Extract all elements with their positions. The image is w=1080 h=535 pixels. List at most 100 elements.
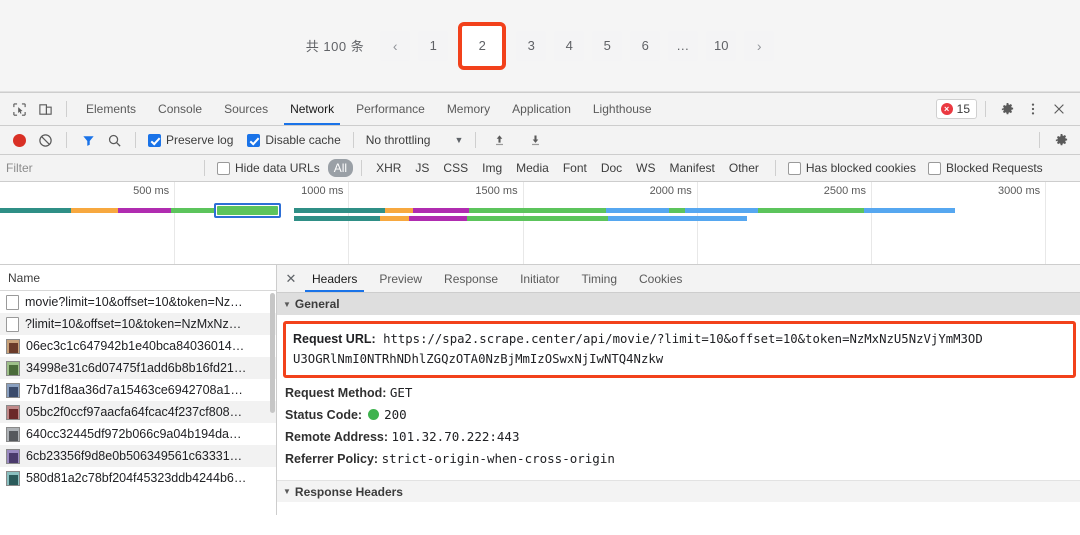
timeline-gridline <box>870 182 872 264</box>
request-row[interactable]: ?limit=10&offset=10&token=NzMxNz… <box>0 313 276 335</box>
preserve-log-checkbox-box[interactable] <box>148 133 161 147</box>
pagination-page-4[interactable]: 4 <box>554 30 585 61</box>
filter-type-other[interactable]: Other <box>723 159 765 177</box>
request-row[interactable]: 7b7d1f8aa36d7a15463ce6942708a1… <box>0 379 276 401</box>
request-row[interactable]: 6cb23356f9d8e0b506349561c63331… <box>0 445 276 467</box>
image-thumbnail-icon <box>6 404 20 420</box>
blocked-requests-checkbox[interactable]: Blocked Requests <box>927 161 1043 175</box>
disable-cache-checkbox-box[interactable] <box>247 133 261 147</box>
tab-preview[interactable]: Preview <box>368 265 433 292</box>
network-settings-gear-icon[interactable] <box>1048 127 1074 153</box>
tab-sources[interactable]: Sources <box>213 93 279 125</box>
timeline-ruler: 500 ms 1000 ms 1500 ms 2000 ms 2500 ms 3000 m… <box>0 182 1080 264</box>
close-devtools-icon[interactable] <box>1046 96 1072 122</box>
throttling-dropdown[interactable]: No throttling ▼ <box>366 133 464 147</box>
request-row[interactable]: 640cc32445df972b066c9a04b194da… <box>0 423 276 445</box>
import-har-icon[interactable] <box>486 127 512 153</box>
triangle-down-icon: ▼ <box>283 299 291 309</box>
tab-cookies[interactable]: Cookies <box>628 265 693 292</box>
request-row[interactable]: 34998e31c6d07475f1add6b8b16fd21… <box>0 357 276 379</box>
tab-headers[interactable]: Headers <box>301 265 368 292</box>
network-toolbar-right <box>1031 127 1074 153</box>
clear-icon[interactable] <box>32 127 58 153</box>
request-name: 580d81a2c78bf204f45323ddb4244b6… <box>26 471 247 485</box>
filter-type-xhr[interactable]: XHR <box>370 159 407 177</box>
has-blocked-cookies-checkbox[interactable]: Has blocked cookies <box>787 161 916 175</box>
filter-type-js[interactable]: JS <box>409 159 435 177</box>
pagination-page-1[interactable]: 1 <box>418 30 449 61</box>
network-overview-timeline[interactable]: 500 ms 1000 ms 1500 ms 2000 ms 2500 ms 3000 m… <box>0 182 1080 265</box>
export-har-icon[interactable] <box>522 127 548 153</box>
tab-timing[interactable]: Timing <box>570 265 628 292</box>
request-row[interactable]: 06ec3c1c647942b1e40bca84036014… <box>0 335 276 357</box>
request-row[interactable]: 05bc2f0ccf97aacfa64fcac4f237cf808… <box>0 401 276 423</box>
pagination-page-2-highlight[interactable]: 2 <box>458 21 507 70</box>
timeline-bar-segment <box>384 208 413 213</box>
general-section-header[interactable]: ▼ General <box>277 293 1080 315</box>
blocked-requests-label: Blocked Requests <box>945 161 1043 175</box>
tab-memory[interactable]: Memory <box>436 93 501 125</box>
image-thumbnail-icon <box>6 338 20 354</box>
tab-application[interactable]: Application <box>501 93 582 125</box>
filter-type-media[interactable]: Media <box>510 159 555 177</box>
filter-icon[interactable] <box>75 127 101 153</box>
request-url-value-line1[interactable]: https://spa2.scrape.center/api/movie/?li… <box>383 332 983 346</box>
error-count-badge[interactable]: × 15 <box>935 99 977 119</box>
timeline-tick-label: 500 ms <box>133 185 170 197</box>
has-blocked-cookies-checkbox-box[interactable] <box>787 161 801 175</box>
image-thumbnail-icon <box>6 360 20 376</box>
filter-type-ws[interactable]: WS <box>630 159 661 177</box>
thumbnail-detail <box>9 430 18 441</box>
pagination-next-button[interactable]: › <box>744 30 775 61</box>
request-list-header[interactable]: Name <box>0 265 276 291</box>
request-details-pane: ✕ Headers Preview Response Initiator Tim… <box>277 265 1080 515</box>
more-options-icon[interactable] <box>1020 96 1046 122</box>
filter-type-font[interactable]: Font <box>557 159 593 177</box>
pagination-page-2[interactable]: 2 <box>479 38 486 53</box>
tab-console[interactable]: Console <box>147 93 213 125</box>
inspect-element-icon[interactable] <box>6 96 32 122</box>
toggle-device-toolbar-icon[interactable] <box>32 96 58 122</box>
pagination-prev-button[interactable]: ‹ <box>380 30 411 61</box>
preserve-log-checkbox[interactable]: Preserve log <box>148 133 233 147</box>
tab-lighthouse[interactable]: Lighthouse <box>582 93 663 125</box>
filter-type-css[interactable]: CSS <box>437 159 474 177</box>
tab-performance[interactable]: Performance <box>345 93 436 125</box>
filter-type-all[interactable]: All <box>327 159 354 177</box>
pagination-page-3[interactable]: 3 <box>516 30 547 61</box>
status-code-label: Status Code: <box>285 408 363 422</box>
timeline-selection-box[interactable] <box>213 203 281 218</box>
timeline-bar-segment <box>607 216 748 221</box>
pagination-page-6[interactable]: 6 <box>630 30 661 61</box>
toolbar-divider-2 <box>66 132 67 148</box>
close-icon[interactable]: ✕ <box>281 271 301 287</box>
disable-cache-checkbox[interactable]: Disable cache <box>247 133 341 147</box>
network-split-view: Name movie?limit=10&offset=10&token=Nz…?… <box>0 265 1080 515</box>
referrer-policy-label: Referrer Policy: <box>285 452 379 466</box>
request-row[interactable]: movie?limit=10&offset=10&token=Nz… <box>0 291 276 313</box>
tab-network[interactable]: Network <box>279 93 345 125</box>
request-row[interactable]: 580d81a2c78bf204f45323ddb4244b6… <box>0 467 276 489</box>
tab-response[interactable]: Response <box>433 265 509 292</box>
filter-type-doc[interactable]: Doc <box>595 159 628 177</box>
gear-icon[interactable] <box>994 96 1020 122</box>
pagination-page-10[interactable]: 10 <box>706 30 737 61</box>
request-url-value-line2[interactable]: U3OGRlNmI0NTRhNDhlZGQzOTA0NzBjMmIzOSwxNj… <box>293 349 1066 369</box>
response-headers-section-header[interactable]: ▼ Response Headers <box>277 480 1080 502</box>
hide-data-urls-checkbox[interactable]: Hide data URLs <box>217 161 320 175</box>
network-toolbar: Preserve log Disable cache No throttling… <box>0 126 1080 155</box>
devtools-tabbar-right: × 15 <box>935 96 1074 122</box>
hide-data-urls-checkbox-box[interactable] <box>217 161 230 175</box>
tab-initiator[interactable]: Initiator <box>509 265 570 292</box>
request-list-scrollbar[interactable] <box>269 291 276 515</box>
tab-elements[interactable]: Elements <box>75 93 147 125</box>
pagination-page-5[interactable]: 5 <box>592 30 623 61</box>
search-icon[interactable] <box>101 127 127 153</box>
filter-type-manifest[interactable]: Manifest <box>664 159 721 177</box>
blocked-requests-checkbox-box[interactable] <box>927 161 941 175</box>
pagination-ellipsis[interactable]: … <box>668 30 699 61</box>
record-icon[interactable] <box>6 127 32 153</box>
column-header-name: Name <box>8 270 41 285</box>
filter-type-img[interactable]: Img <box>476 159 508 177</box>
filter-input[interactable] <box>6 158 196 178</box>
